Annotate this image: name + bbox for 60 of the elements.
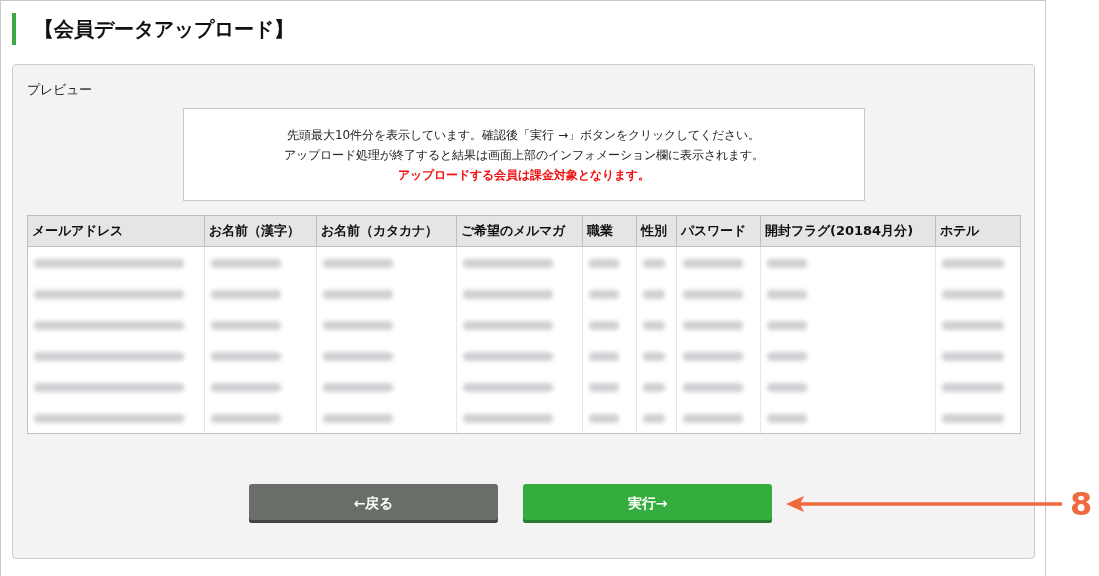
column-header: ご希望のメルマガ xyxy=(456,215,583,247)
column-header: お名前（漢字） xyxy=(204,215,317,247)
column-header: 性別 xyxy=(636,215,677,247)
blurred-text xyxy=(211,290,281,299)
blurred-text xyxy=(643,352,665,361)
blurred-text xyxy=(942,383,1004,392)
column-header: ホテル xyxy=(935,215,1021,247)
blurred-text xyxy=(767,290,807,299)
blurred-text xyxy=(211,414,281,423)
blurred-text xyxy=(767,383,807,392)
blurred-text xyxy=(767,321,807,330)
blurred-text xyxy=(942,259,1004,268)
execute-button[interactable]: 実行→ xyxy=(523,484,772,523)
blurred-text xyxy=(589,259,619,268)
blurred-text xyxy=(643,383,665,392)
blurred-text xyxy=(683,290,743,299)
blurred-text xyxy=(942,321,1004,330)
blurred-text xyxy=(767,259,807,268)
column-header: お名前（カタカナ） xyxy=(316,215,457,247)
back-button[interactable]: ←戻る xyxy=(249,484,498,523)
arrow-icon xyxy=(786,496,1062,512)
blurred-text xyxy=(683,321,743,330)
blurred-text xyxy=(643,259,665,268)
column-header: 開封フラグ(20184月分) xyxy=(760,215,936,247)
blurred-text xyxy=(683,259,743,268)
blurred-text xyxy=(323,321,393,330)
blurred-text xyxy=(589,414,619,423)
blurred-text xyxy=(942,290,1004,299)
blurred-text xyxy=(589,321,619,330)
blurred-text xyxy=(323,290,393,299)
page-title: 【会員データアップロード】 xyxy=(34,15,294,43)
blurred-text xyxy=(643,414,665,423)
blurred-text xyxy=(211,259,281,268)
blurred-text xyxy=(323,383,393,392)
blurred-text xyxy=(683,352,743,361)
notice-text: アップロード処理が終了すると結果は画面上部のインフォメーション欄に表示されます。 xyxy=(283,146,764,164)
blurred-text xyxy=(323,259,393,268)
blurred-text xyxy=(942,414,1004,423)
blurred-text xyxy=(767,352,807,361)
blurred-text xyxy=(767,414,807,423)
blurred-text xyxy=(589,290,619,299)
blurred-text xyxy=(683,414,743,423)
blurred-text xyxy=(643,290,665,299)
notice-text: 先頭最大10件分を表示しています。確認後「実行 →」ボタンをクリックしてください。 xyxy=(286,126,761,144)
blurred-text xyxy=(211,383,281,392)
column-header: メールアドレス xyxy=(27,215,205,247)
blurred-text xyxy=(211,321,281,330)
blurred-text xyxy=(589,383,619,392)
blurred-text xyxy=(211,352,281,361)
blurred-text xyxy=(643,321,665,330)
column-header: パスワード xyxy=(676,215,761,247)
blurred-text xyxy=(683,383,743,392)
blurred-text xyxy=(323,352,393,361)
blurred-text xyxy=(942,352,1004,361)
warning-text: アップロードする会員は課金対象となります。 xyxy=(397,166,650,184)
callout-number: 8 xyxy=(1070,485,1093,523)
column-header: 職業 xyxy=(582,215,637,247)
blurred-text xyxy=(589,352,619,361)
preview-label: プレビュー xyxy=(27,81,93,99)
blurred-text xyxy=(323,414,393,423)
